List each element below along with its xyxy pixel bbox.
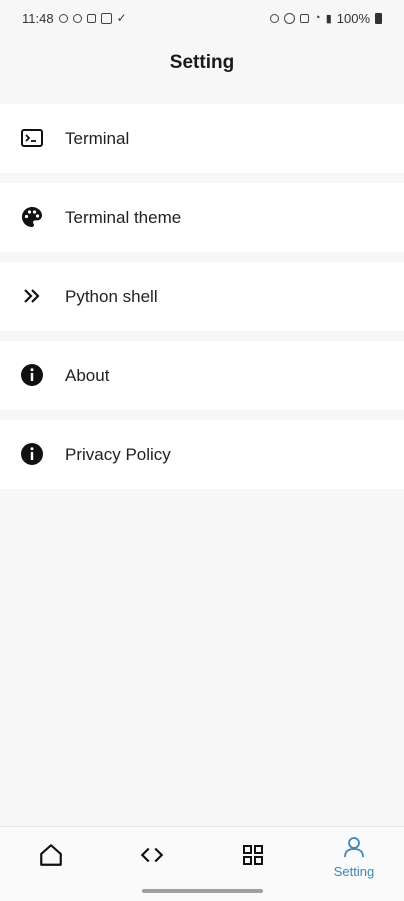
info-icon bbox=[20, 363, 44, 387]
chevrons-right-icon bbox=[20, 284, 44, 308]
mute-icon bbox=[300, 13, 310, 23]
page-title: Setting bbox=[169, 52, 235, 73]
menu-item-terminal-theme[interactable]: Terminal theme bbox=[0, 183, 404, 252]
wifi-icon: ◔ bbox=[314, 12, 321, 24]
terminal-icon bbox=[20, 126, 44, 150]
menu-item-about[interactable]: About bbox=[0, 341, 404, 410]
status-left: 11:48 ✓ bbox=[22, 11, 127, 26]
home-icon bbox=[38, 842, 64, 873]
link-icon bbox=[270, 13, 280, 23]
nav-grid[interactable] bbox=[203, 827, 303, 887]
nav-setting[interactable]: Setting bbox=[304, 827, 404, 887]
nav-setting-label: Setting bbox=[333, 863, 375, 879]
nav-home[interactable] bbox=[1, 827, 101, 887]
status-bar: 11:48 ✓ ◔ ▮ 100% bbox=[0, 0, 404, 36]
menu-label-python-shell: Python shell bbox=[65, 286, 158, 306]
menu-item-privacy-policy[interactable]: Privacy Policy bbox=[0, 420, 404, 489]
grid-icon bbox=[241, 843, 265, 872]
palette-icon bbox=[20, 205, 44, 229]
menu-item-python-shell[interactable]: Python shell bbox=[0, 262, 404, 331]
accessibility-icon bbox=[72, 13, 82, 23]
menu-label-privacy-policy: Privacy Policy bbox=[65, 444, 171, 464]
lock-icon bbox=[86, 13, 96, 23]
menu-label-about: About bbox=[65, 365, 110, 385]
check-icon: ✓ bbox=[116, 11, 127, 25]
home-indicator[interactable] bbox=[142, 889, 263, 893]
menu-label-terminal-theme: Terminal theme bbox=[65, 207, 182, 227]
code-icon bbox=[139, 842, 165, 873]
info-icon bbox=[20, 442, 44, 466]
person-icon bbox=[342, 836, 366, 863]
nav-code[interactable] bbox=[102, 827, 202, 887]
image-icon bbox=[100, 12, 112, 24]
signal-icon: ▮ bbox=[325, 12, 332, 25]
accessibility-icon bbox=[58, 13, 68, 23]
menu-label-terminal: Terminal bbox=[65, 128, 130, 148]
status-time: 11:48 bbox=[22, 10, 54, 26]
battery-level: 100% bbox=[336, 10, 370, 26]
battery-icon bbox=[375, 12, 382, 24]
alarm-icon bbox=[284, 12, 296, 24]
menu-item-terminal[interactable]: Terminal bbox=[0, 104, 404, 173]
status-right: ◔ ▮ 100% bbox=[270, 11, 382, 26]
